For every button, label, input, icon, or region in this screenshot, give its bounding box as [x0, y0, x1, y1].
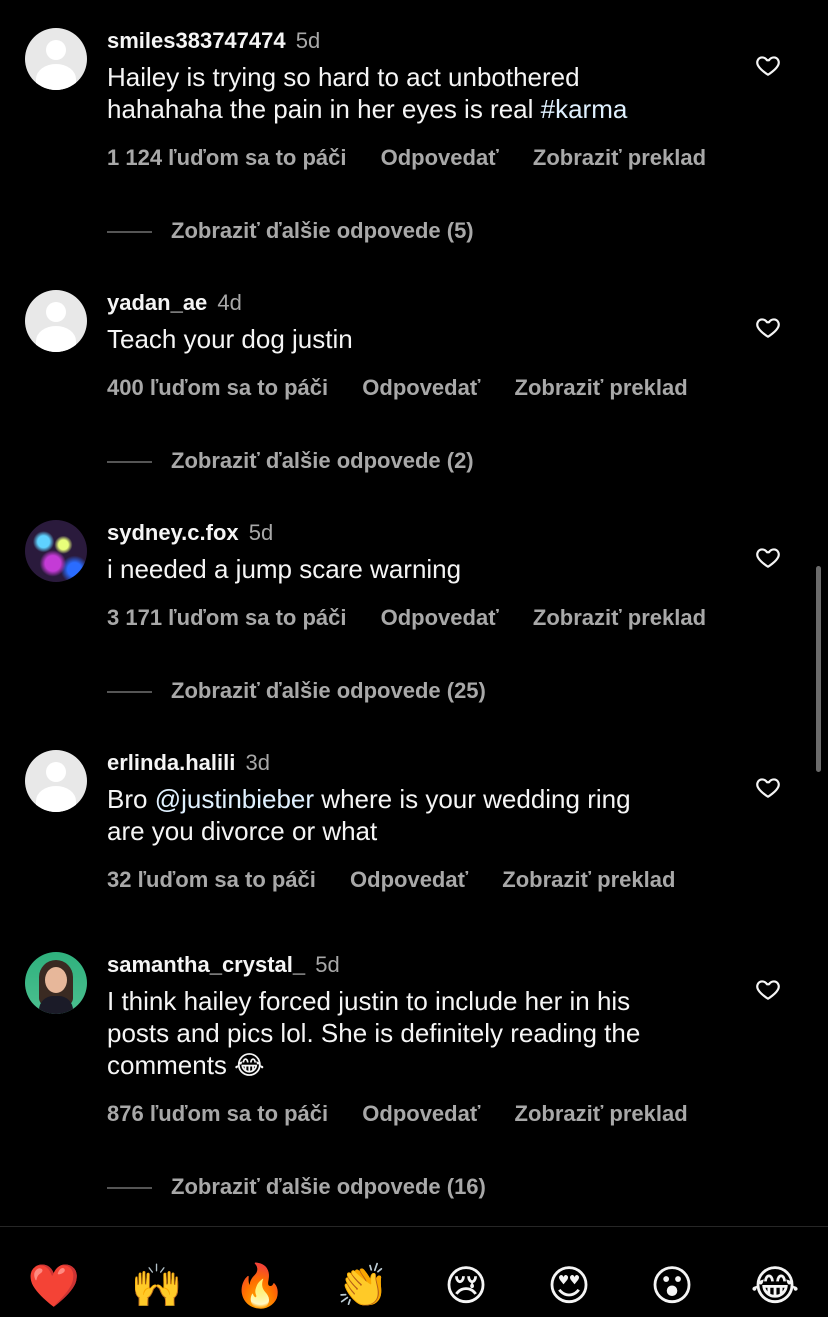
view-more-replies[interactable]: Zobraziť ďalšie odpovede (25)	[107, 678, 486, 704]
comment-content: samantha_crystal_ 5d I think hailey forc…	[107, 952, 747, 1081]
reaction-fire[interactable]: 🔥	[233, 1259, 287, 1313]
translate-button[interactable]: Zobraziť preklad	[515, 375, 688, 401]
likes-count[interactable]: 876 ľuďom sa to páči	[107, 1101, 328, 1127]
reaction-clapping[interactable]: 👏	[336, 1259, 390, 1313]
comment-text-line: comments 😂	[107, 1050, 265, 1080]
comment-text-line: hahahaha the pain in her eyes is real	[107, 94, 541, 124]
username[interactable]: yadan_ae	[107, 290, 207, 315]
heart-outline-icon[interactable]	[755, 314, 781, 340]
reply-button[interactable]: Odpovedať	[362, 1101, 480, 1127]
comment-actions: 1 124 ľuďom sa to páči Odpovedať Zobrazi…	[107, 145, 706, 171]
comment-actions: 876 ľuďom sa to páči Odpovedať Zobraziť …	[107, 1101, 688, 1127]
avatar[interactable]	[25, 290, 87, 352]
heart-outline-icon[interactable]	[755, 774, 781, 800]
comment-header: samantha_crystal_ 5d	[107, 952, 747, 978]
avatar[interactable]	[25, 28, 87, 90]
timestamp: 5d	[295, 28, 321, 53]
likes-count[interactable]: 400 ľuďom sa to páči	[107, 375, 328, 401]
view-more-replies[interactable]: Zobraziť ďalšie odpovede (2)	[107, 448, 474, 474]
timestamp: 5d	[315, 952, 340, 977]
username[interactable]: samantha_crystal_	[107, 952, 305, 977]
translate-button[interactable]: Zobraziť preklad	[515, 1101, 688, 1127]
comment-header: erlinda.halili 3d	[107, 750, 747, 776]
comment-text-line: are you divorce or what	[107, 816, 378, 846]
reaction-heart-eyes[interactable]: 😍	[542, 1259, 596, 1313]
comment-text: Bro @justinbieber where is your wedding …	[107, 783, 747, 847]
comment-text: Teach your dog justin	[107, 324, 353, 354]
timestamp: 5d	[248, 520, 274, 545]
comment-content: sydney.c.fox 5d i needed a jump scare wa…	[107, 520, 747, 585]
memoji-face	[45, 967, 67, 993]
comment-text-line: Hailey is trying so hard to act unbother…	[107, 62, 580, 92]
comment-content: yadan_ae 4d Teach your dog justin	[107, 290, 747, 355]
comment-actions: 400 ľuďom sa to páči Odpovedať Zobraziť …	[107, 375, 688, 401]
comment-text-line: posts and pics lol. She is definitely re…	[107, 1018, 641, 1048]
reaction-heart[interactable]: ❤️	[27, 1259, 81, 1313]
comment-header: yadan_ae 4d	[107, 290, 747, 316]
avatar[interactable]	[25, 520, 87, 582]
avatar[interactable]	[25, 750, 87, 812]
comment-text-part: where is your wedding ring	[314, 784, 631, 814]
heart-outline-icon[interactable]	[755, 52, 781, 78]
translate-button[interactable]: Zobraziť preklad	[533, 145, 706, 171]
hashtag-link[interactable]: #karma	[541, 94, 628, 124]
timestamp: 4d	[217, 290, 242, 315]
reply-button[interactable]: Odpovedať	[381, 145, 499, 171]
reply-button[interactable]: Odpovedať	[362, 375, 480, 401]
username[interactable]: smiles383747474	[107, 28, 286, 53]
mention-link[interactable]: @justinbieber	[155, 784, 314, 814]
username[interactable]: sydney.c.fox	[107, 520, 239, 545]
comment-header: sydney.c.fox 5d	[107, 520, 747, 546]
comment-content: erlinda.halili 3d Bro @justinbieber wher…	[107, 750, 747, 847]
view-more-replies[interactable]: Zobraziť ďalšie odpovede (16)	[107, 1174, 486, 1200]
reaction-crying[interactable]: 😢	[439, 1259, 493, 1313]
reply-button[interactable]: Odpovedať	[350, 867, 468, 893]
reaction-laughing[interactable]: 😂	[748, 1259, 802, 1313]
comment-actions: 32 ľuďom sa to páči Odpovedať Zobraziť p…	[107, 867, 675, 893]
comment-actions: 3 171 ľuďom sa to páči Odpovedať Zobrazi…	[107, 605, 706, 631]
likes-count[interactable]: 3 171 ľuďom sa to páči	[107, 605, 347, 631]
avatar[interactable]	[25, 952, 87, 1014]
scrollbar[interactable]	[816, 566, 821, 772]
view-more-replies[interactable]: Zobraziť ďalšie odpovede (5)	[107, 218, 474, 244]
translate-button[interactable]: Zobraziť preklad	[533, 605, 706, 631]
comment-header: smiles383747474 5d	[107, 28, 747, 54]
comment-text: i needed a jump scare warning	[107, 554, 462, 584]
comment-text: I think hailey forced justin to include …	[107, 985, 747, 1081]
memoji-body	[39, 996, 73, 1014]
comment-text: Hailey is trying so hard to act unbother…	[107, 61, 747, 125]
comment-content: smiles383747474 5d Hailey is trying so h…	[107, 28, 747, 125]
heart-outline-icon[interactable]	[755, 976, 781, 1002]
likes-count[interactable]: 32 ľuďom sa to páči	[107, 867, 316, 893]
translate-button[interactable]: Zobraziť preklad	[502, 867, 675, 893]
username[interactable]: erlinda.halili	[107, 750, 235, 775]
emoji-reaction-bar: ❤️ 🙌 🔥 👏 😢 😍 😮 😂	[0, 1226, 828, 1317]
timestamp: 3d	[245, 750, 270, 775]
comment-text-line: I think hailey forced justin to include …	[107, 986, 631, 1016]
heart-outline-icon[interactable]	[755, 544, 781, 570]
likes-count[interactable]: 1 124 ľuďom sa to páči	[107, 145, 347, 171]
reaction-raised-hands[interactable]: 🙌	[130, 1259, 184, 1313]
reply-button[interactable]: Odpovedať	[381, 605, 499, 631]
comment-text-part: Bro	[107, 784, 155, 814]
comments-screen: smiles383747474 5d Hailey is trying so h…	[0, 0, 828, 1317]
reaction-surprised[interactable]: 😮	[645, 1259, 699, 1313]
